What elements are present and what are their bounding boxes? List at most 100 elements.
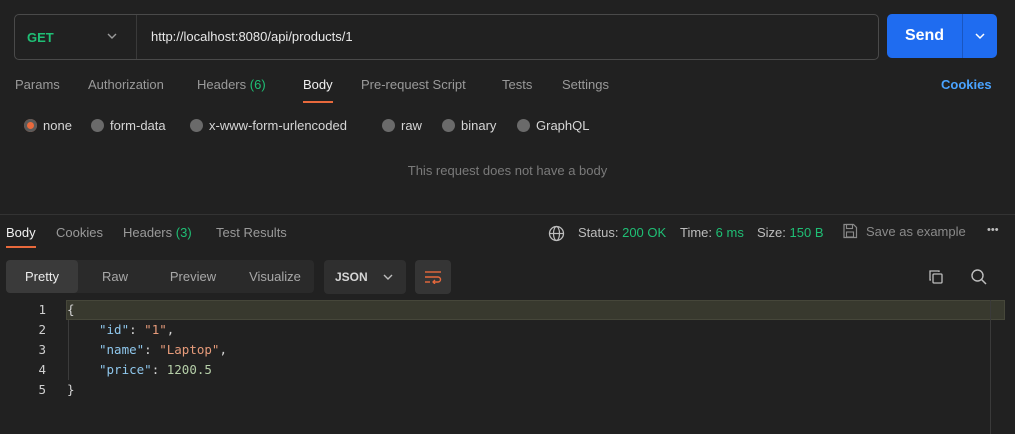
- request-url-bar: GET http://localhost:8080/api/products/1: [14, 14, 879, 60]
- tab-tests[interactable]: Tests: [502, 76, 532, 104]
- search-button[interactable]: [968, 266, 990, 288]
- url-input[interactable]: http://localhost:8080/api/products/1: [151, 15, 353, 59]
- json-colon: :: [144, 342, 160, 357]
- search-icon: [971, 269, 987, 285]
- radio-form-data-label: form-data: [110, 117, 166, 133]
- chevron-down-icon: [975, 33, 985, 40]
- json-number-value: 1200.5: [166, 362, 212, 377]
- save-as-example-label: Save as example: [866, 223, 966, 239]
- radio-icon: [190, 118, 203, 132]
- cookies-link[interactable]: Cookies: [941, 77, 992, 92]
- radio-icon: [442, 118, 455, 132]
- radio-urlencoded[interactable]: x-www-form-urlencoded: [190, 116, 347, 134]
- radio-none-label: none: [43, 117, 72, 133]
- code-line: "id": "1",: [99, 320, 174, 340]
- response-tab-headers-label: Headers: [123, 225, 173, 240]
- json-string-value: "Laptop": [159, 342, 220, 357]
- radio-urlencoded-label: x-www-form-urlencoded: [209, 117, 347, 133]
- radio-binary[interactable]: binary: [442, 116, 496, 134]
- json-key: "name": [99, 342, 145, 357]
- response-tab-headers[interactable]: Headers (3): [123, 225, 192, 240]
- send-options-button[interactable]: [963, 14, 997, 58]
- view-mode-segment: Pretty Raw Preview Visualize: [6, 260, 314, 293]
- tab-settings[interactable]: Settings: [562, 76, 609, 104]
- line-number: 3: [38, 342, 46, 357]
- send-button[interactable]: Send: [887, 14, 997, 58]
- current-line-highlight: [66, 300, 1005, 320]
- no-body-message: This request does not have a body: [407, 163, 608, 178]
- response-headers-count-badge: (3): [175, 225, 192, 240]
- view-pretty-button[interactable]: Pretty: [6, 260, 78, 293]
- tab-headers[interactable]: Headers (6): [197, 76, 266, 104]
- status-display[interactable]: Status: 200 OK: [578, 225, 666, 240]
- size-display[interactable]: Size: 150 B: [757, 225, 824, 240]
- indent-guide: [68, 320, 69, 380]
- code-line: "name": "Laptop",: [99, 340, 227, 360]
- radio-icon: [382, 118, 395, 132]
- save-icon: [843, 223, 858, 239]
- code-line: {: [67, 300, 75, 320]
- status-label: Status:: [578, 225, 619, 240]
- json-colon: :: [151, 362, 167, 377]
- radio-selected-icon: [24, 118, 37, 132]
- tab-authorization[interactable]: Authorization: [88, 76, 164, 104]
- radio-graphql[interactable]: GraphQL: [517, 116, 589, 134]
- radio-raw-label: raw: [401, 117, 422, 133]
- method-select[interactable]: GET: [15, 15, 137, 59]
- size-label: Size:: [757, 225, 786, 240]
- save-as-example-button[interactable]: Save as example: [842, 223, 966, 239]
- open-brace: {: [67, 302, 75, 317]
- radio-binary-label: binary: [461, 117, 497, 133]
- method-label: GET: [27, 29, 54, 45]
- radio-icon: [91, 118, 104, 132]
- response-tab-test-results[interactable]: Test Results: [216, 225, 287, 240]
- view-raw-button[interactable]: Raw: [82, 260, 148, 293]
- radio-graphql-label: GraphQL: [536, 117, 590, 133]
- json-key: "id": [99, 322, 130, 337]
- pane-divider[interactable]: [0, 214, 1015, 215]
- time-display[interactable]: Time: 6 ms: [680, 225, 744, 240]
- radio-icon: [517, 118, 530, 132]
- globe-icon[interactable]: [548, 225, 565, 242]
- code-line: }: [67, 380, 75, 400]
- more-options-button[interactable]: •••: [987, 224, 999, 236]
- json-comma: ,: [166, 322, 175, 337]
- response-code-editor[interactable]: 1 2 3 4 5 { "id": "1", "name": "Laptop",…: [0, 300, 1015, 434]
- editor-scrollbar[interactable]: [990, 300, 991, 434]
- time-label: Time:: [680, 225, 713, 240]
- tab-body[interactable]: Body: [303, 76, 333, 104]
- line-number: 1: [38, 302, 46, 317]
- view-preview-button[interactable]: Preview: [150, 260, 236, 293]
- chevron-down-icon: [383, 274, 393, 280]
- chevron-down-icon: [107, 33, 117, 39]
- wrap-lines-icon: [425, 271, 442, 284]
- json-key: "price": [99, 362, 152, 377]
- format-select[interactable]: JSON: [324, 260, 406, 294]
- format-label: JSON: [335, 270, 368, 284]
- copy-button[interactable]: [925, 266, 947, 288]
- time-value: 6 ms: [715, 225, 744, 240]
- headers-count-badge: (6): [249, 77, 266, 92]
- response-tab-cookies[interactable]: Cookies: [56, 225, 103, 240]
- radio-raw[interactable]: raw: [382, 116, 422, 134]
- tab-prerequest-script[interactable]: Pre-request Script: [361, 76, 466, 104]
- wrap-lines-button[interactable]: [415, 260, 451, 294]
- status-value: 200 OK: [622, 225, 667, 240]
- json-comma: ,: [219, 342, 227, 357]
- line-number: 5: [38, 382, 46, 397]
- response-tab-body[interactable]: Body: [6, 225, 36, 248]
- close-brace: }: [67, 382, 75, 397]
- send-label: Send: [904, 27, 945, 44]
- json-string-value: "1": [144, 322, 167, 337]
- copy-icon: [929, 270, 943, 284]
- code-line: "price": 1200.5: [99, 360, 212, 380]
- line-number: 4: [38, 362, 46, 377]
- json-colon: :: [129, 322, 145, 337]
- size-value: 150 B: [789, 225, 824, 240]
- radio-form-data[interactable]: form-data: [91, 116, 166, 134]
- tab-headers-label: Headers: [197, 77, 247, 92]
- view-visualize-button[interactable]: Visualize: [236, 260, 314, 293]
- tab-params[interactable]: Params: [15, 76, 60, 104]
- line-number: 2: [38, 322, 46, 337]
- radio-none[interactable]: none: [24, 116, 72, 134]
